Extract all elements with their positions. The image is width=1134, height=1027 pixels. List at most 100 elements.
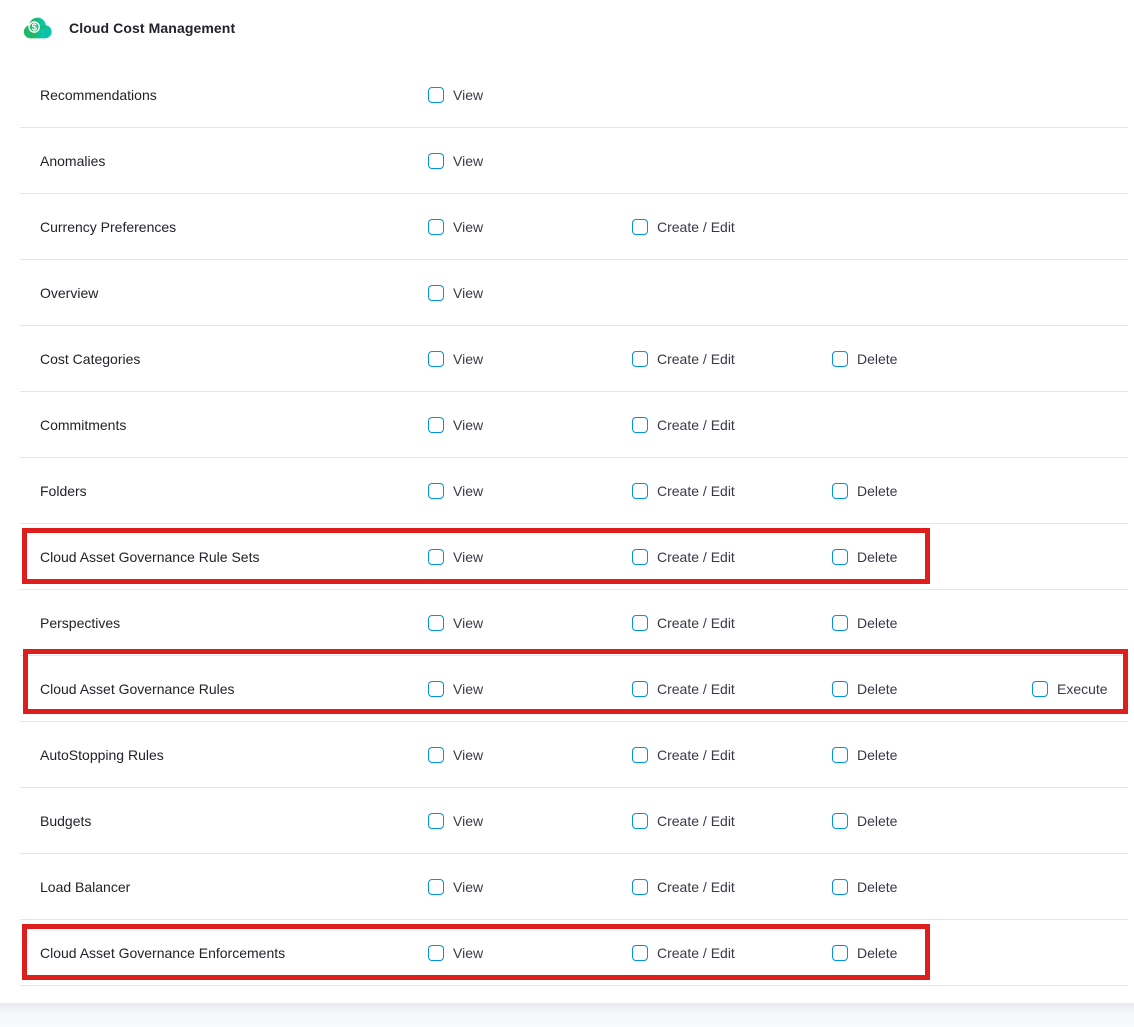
checkbox-label[interactable]: Delete bbox=[857, 549, 897, 565]
create-edit-checkbox[interactable] bbox=[632, 417, 648, 433]
checkbox-label[interactable]: View bbox=[453, 813, 483, 829]
delete-checkbox[interactable] bbox=[832, 483, 848, 499]
view-checkbox[interactable] bbox=[428, 285, 444, 301]
checkbox-label[interactable]: Delete bbox=[857, 351, 897, 367]
checkbox-label[interactable]: Create / Edit bbox=[657, 615, 735, 631]
view-checkbox[interactable] bbox=[428, 549, 444, 565]
execute-checkbox[interactable] bbox=[1032, 681, 1048, 697]
checkbox-label[interactable]: Execute bbox=[1057, 681, 1108, 697]
create-edit-checkbox[interactable] bbox=[632, 219, 648, 235]
permission-delete[interactable]: Delete bbox=[832, 813, 897, 829]
checkbox-label[interactable]: View bbox=[453, 351, 483, 367]
delete-checkbox[interactable] bbox=[832, 813, 848, 829]
view-checkbox[interactable] bbox=[428, 747, 444, 763]
permission-view[interactable]: View bbox=[428, 285, 483, 301]
checkbox-label[interactable]: Create / Edit bbox=[657, 549, 735, 565]
permission-delete[interactable]: Delete bbox=[832, 945, 897, 961]
checkbox-label[interactable]: Create / Edit bbox=[657, 417, 735, 433]
create-edit-checkbox[interactable] bbox=[632, 483, 648, 499]
checkbox-label[interactable]: Create / Edit bbox=[657, 945, 735, 961]
permission-view[interactable]: View bbox=[428, 219, 483, 235]
checkbox-label[interactable]: View bbox=[453, 615, 483, 631]
create-edit-checkbox[interactable] bbox=[632, 549, 648, 565]
delete-checkbox[interactable] bbox=[832, 681, 848, 697]
view-checkbox[interactable] bbox=[428, 351, 444, 367]
checkbox-label[interactable]: Create / Edit bbox=[657, 747, 735, 763]
permission-create-edit[interactable]: Create / Edit bbox=[632, 615, 735, 631]
permission-create-edit[interactable]: Create / Edit bbox=[632, 219, 735, 235]
view-checkbox[interactable] bbox=[428, 615, 444, 631]
checkbox-label[interactable]: View bbox=[453, 417, 483, 433]
delete-checkbox[interactable] bbox=[832, 747, 848, 763]
create-edit-checkbox[interactable] bbox=[632, 879, 648, 895]
view-checkbox[interactable] bbox=[428, 483, 444, 499]
checkbox-label[interactable]: View bbox=[453, 285, 483, 301]
view-checkbox[interactable] bbox=[428, 879, 444, 895]
checkbox-label[interactable]: Delete bbox=[857, 813, 897, 829]
permission-view[interactable]: View bbox=[428, 153, 483, 169]
checkbox-label[interactable]: Delete bbox=[857, 879, 897, 895]
permission-create-edit[interactable]: Create / Edit bbox=[632, 813, 735, 829]
checkbox-label[interactable]: View bbox=[453, 681, 483, 697]
create-edit-checkbox[interactable] bbox=[632, 681, 648, 697]
permission-delete[interactable]: Delete bbox=[832, 351, 897, 367]
create-edit-checkbox[interactable] bbox=[632, 813, 648, 829]
view-checkbox[interactable] bbox=[428, 87, 444, 103]
checkbox-label[interactable]: View bbox=[453, 153, 483, 169]
create-edit-checkbox[interactable] bbox=[632, 351, 648, 367]
permission-create-edit[interactable]: Create / Edit bbox=[632, 351, 735, 367]
checkbox-label[interactable]: Create / Edit bbox=[657, 351, 735, 367]
checkbox-label[interactable]: View bbox=[453, 747, 483, 763]
permission-view[interactable]: View bbox=[428, 483, 483, 499]
checkbox-label[interactable]: Create / Edit bbox=[657, 219, 735, 235]
checkbox-label[interactable]: View bbox=[453, 945, 483, 961]
checkbox-label[interactable]: View bbox=[453, 879, 483, 895]
permission-create-edit[interactable]: Create / Edit bbox=[632, 879, 735, 895]
permission-view[interactable]: View bbox=[428, 813, 483, 829]
checkbox-label[interactable]: Create / Edit bbox=[657, 681, 735, 697]
delete-checkbox[interactable] bbox=[832, 879, 848, 895]
checkbox-label[interactable]: Create / Edit bbox=[657, 483, 735, 499]
view-checkbox[interactable] bbox=[428, 153, 444, 169]
permission-delete[interactable]: Delete bbox=[832, 615, 897, 631]
permission-create-edit[interactable]: Create / Edit bbox=[632, 747, 735, 763]
permission-view[interactable]: View bbox=[428, 879, 483, 895]
checkbox-label[interactable]: View bbox=[453, 219, 483, 235]
permission-delete[interactable]: Delete bbox=[832, 879, 897, 895]
permission-view[interactable]: View bbox=[428, 417, 483, 433]
checkbox-label[interactable]: View bbox=[453, 483, 483, 499]
checkbox-label[interactable]: Delete bbox=[857, 681, 897, 697]
checkbox-label[interactable]: Create / Edit bbox=[657, 879, 735, 895]
view-checkbox[interactable] bbox=[428, 219, 444, 235]
permission-delete[interactable]: Delete bbox=[832, 483, 897, 499]
checkbox-label[interactable]: Delete bbox=[857, 483, 897, 499]
permission-view[interactable]: View bbox=[428, 549, 483, 565]
view-checkbox[interactable] bbox=[428, 813, 444, 829]
checkbox-label[interactable]: Delete bbox=[857, 945, 897, 961]
delete-checkbox[interactable] bbox=[832, 615, 848, 631]
checkbox-label[interactable]: View bbox=[453, 87, 483, 103]
permission-create-edit[interactable]: Create / Edit bbox=[632, 417, 735, 433]
create-edit-checkbox[interactable] bbox=[632, 615, 648, 631]
delete-checkbox[interactable] bbox=[832, 351, 848, 367]
create-edit-checkbox[interactable] bbox=[632, 747, 648, 763]
permission-execute[interactable]: Execute bbox=[1032, 681, 1108, 697]
view-checkbox[interactable] bbox=[428, 945, 444, 961]
permission-view[interactable]: View bbox=[428, 747, 483, 763]
permission-create-edit[interactable]: Create / Edit bbox=[632, 681, 735, 697]
checkbox-label[interactable]: Create / Edit bbox=[657, 813, 735, 829]
permission-delete[interactable]: Delete bbox=[832, 681, 897, 697]
permission-view[interactable]: View bbox=[428, 615, 483, 631]
view-checkbox[interactable] bbox=[428, 417, 444, 433]
permission-view[interactable]: View bbox=[428, 351, 483, 367]
view-checkbox[interactable] bbox=[428, 681, 444, 697]
checkbox-label[interactable]: Delete bbox=[857, 747, 897, 763]
permission-create-edit[interactable]: Create / Edit bbox=[632, 945, 735, 961]
permission-view[interactable]: View bbox=[428, 87, 483, 103]
permission-view[interactable]: View bbox=[428, 681, 483, 697]
permission-delete[interactable]: Delete bbox=[832, 549, 897, 565]
permission-delete[interactable]: Delete bbox=[832, 747, 897, 763]
create-edit-checkbox[interactable] bbox=[632, 945, 648, 961]
checkbox-label[interactable]: Delete bbox=[857, 615, 897, 631]
delete-checkbox[interactable] bbox=[832, 549, 848, 565]
